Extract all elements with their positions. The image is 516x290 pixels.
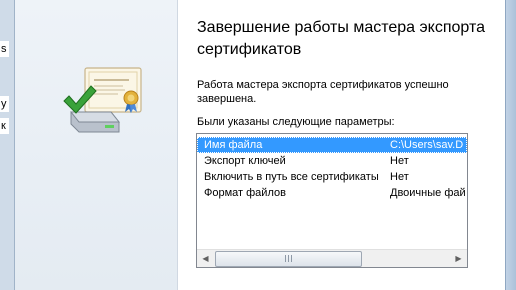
wizard-content: Завершение работы мастера экспорта серти… [194,0,516,290]
background-text-fragment: к [0,118,9,134]
horizontal-scrollbar[interactable]: ◀ ▶ [197,249,467,267]
params-label: Были указаны следующие параметры: [197,116,395,128]
certificate-export-icon [63,67,142,133]
background-window-edge: s у к [0,0,15,290]
param-name: Включить в путь все сертификаты [204,171,379,183]
list-item[interactable]: Формат файлов Двоичные фай [197,185,467,201]
window-frame-edge [505,0,516,290]
list-item[interactable]: Имя файла C:\Users\sav.D [197,137,467,153]
arrow-right-icon[interactable]: ▶ [450,250,467,267]
scrollbar-thumb[interactable] [215,251,362,267]
param-value: Нет [390,171,409,183]
param-name: Экспорт ключей [204,155,286,167]
arrow-left-icon[interactable]: ◀ [197,250,214,267]
param-name: Имя файла [204,139,263,151]
background-text-fragment: s [0,41,9,57]
wizard-side-panel [15,0,178,290]
params-list[interactable]: Имя файла C:\Users\sav.D Экспорт ключей … [196,133,468,268]
grip-icon [284,255,293,262]
param-value: Двоичные фай [390,187,466,199]
list-item[interactable]: Включить в путь все сертификаты Нет [197,169,467,185]
list-item[interactable]: Экспорт ключей Нет [197,153,467,169]
param-value: Нет [390,155,409,167]
page-title: Завершение работы мастера экспорта серти… [197,19,485,58]
param-value: C:\Users\sav.D [390,139,464,151]
status-message: Работа мастера экспорта сертификатов усп… [197,79,449,105]
param-name: Формат файлов [204,187,286,199]
background-text-fragment: у [0,96,9,112]
